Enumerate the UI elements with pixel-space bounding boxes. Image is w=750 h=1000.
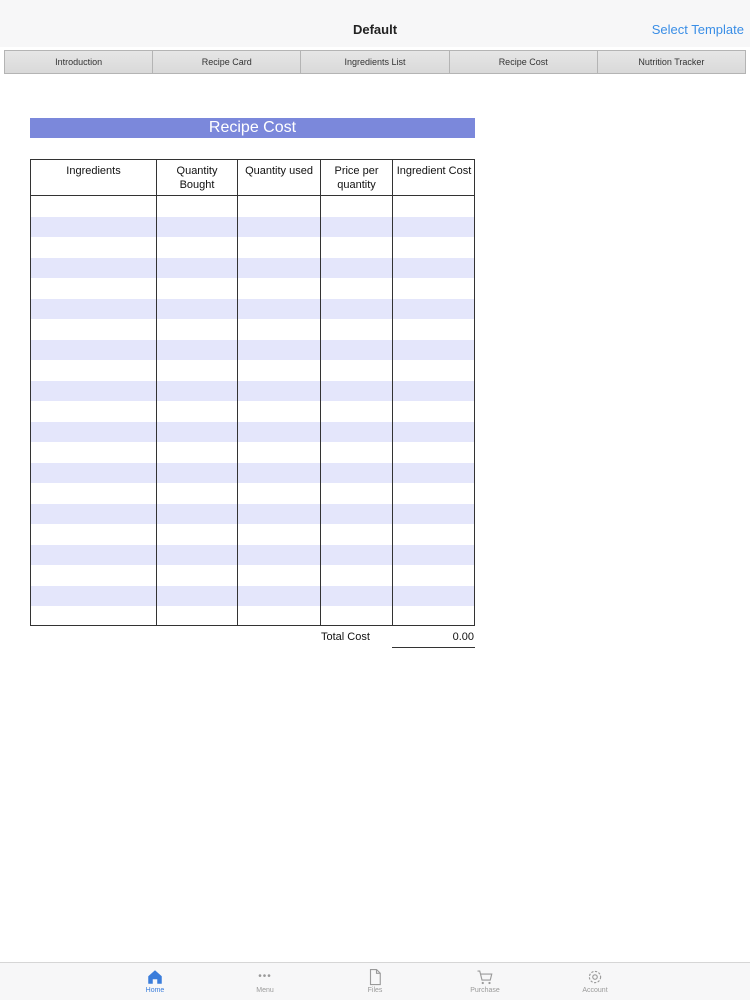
cart-icon	[477, 970, 493, 985]
select-template-button[interactable]: Select Template	[652, 22, 744, 37]
total-cost-label: Total Cost	[321, 631, 370, 643]
table-row[interactable]	[31, 237, 474, 258]
sheet-title: Recipe Cost	[30, 118, 475, 138]
bottom-tab-bar: Home ••• Menu Files Purchase Account	[0, 962, 750, 1000]
table-row[interactable]	[31, 257, 474, 278]
table-row[interactable]	[31, 483, 474, 504]
recipe-cost-table: Ingredients Quantity Bought Quantity use…	[30, 159, 475, 626]
tab-recipe-cost[interactable]: Recipe Cost	[448, 50, 597, 74]
more-icon: •••	[258, 971, 272, 982]
table-row[interactable]	[31, 524, 474, 545]
tab-recipe-card[interactable]: Recipe Card	[152, 50, 301, 74]
tab-home-label: Home	[145, 987, 165, 994]
table-row[interactable]	[31, 380, 474, 401]
column-divider	[320, 160, 321, 625]
tab-purchase[interactable]: Purchase	[430, 963, 540, 1000]
table-row[interactable]	[31, 401, 474, 422]
table-row[interactable]	[31, 216, 474, 237]
tab-files-label: Files	[367, 987, 383, 994]
column-divider	[156, 160, 157, 625]
tab-bar-spacer	[0, 963, 100, 1000]
header-quantity-used: Quantity used	[245, 165, 313, 177]
tab-menu-label: Menu	[256, 987, 274, 994]
tab-introduction[interactable]: Introduction	[4, 50, 153, 74]
header-ingredient-cost: Ingredient Cost	[396, 165, 472, 177]
table-row[interactable]	[31, 462, 474, 483]
tab-account[interactable]: Account	[540, 963, 650, 1000]
table-row[interactable]	[31, 360, 474, 381]
file-icon	[369, 968, 381, 986]
table-row[interactable]	[31, 565, 474, 586]
document-title: Default	[352, 22, 398, 37]
tab-purchase-label: Purchase	[470, 987, 500, 994]
column-divider	[237, 160, 238, 625]
table-row[interactable]	[31, 319, 474, 340]
table-row[interactable]	[31, 585, 474, 606]
table-row[interactable]	[31, 196, 474, 217]
total-cost-value[interactable]: 0.00	[392, 631, 474, 643]
table-row[interactable]	[31, 503, 474, 524]
table-rows	[31, 196, 474, 627]
table-row[interactable]	[31, 544, 474, 565]
tab-files[interactable]: Files	[320, 963, 430, 1000]
header-quantity-bought: Quantity Bought	[176, 165, 218, 191]
navigation-bar: Default Select Template	[0, 0, 750, 47]
tab-ingredients-list[interactable]: Ingredients List	[300, 50, 449, 74]
table-row[interactable]	[31, 339, 474, 360]
table-row[interactable]	[31, 442, 474, 463]
header-divider	[31, 195, 474, 196]
tab-menu[interactable]: ••• Menu	[210, 963, 320, 1000]
header-price-per-quantity: Price per quantity	[334, 165, 379, 191]
tab-account-label: Account	[582, 987, 608, 994]
tab-home[interactable]: Home	[100, 963, 210, 1000]
header-ingredients: Ingredients	[66, 165, 121, 177]
table-row[interactable]	[31, 606, 474, 627]
home-icon	[148, 970, 162, 984]
gear-icon	[588, 970, 602, 984]
total-cost-underline	[392, 647, 475, 648]
table-row[interactable]	[31, 298, 474, 319]
tab-nutrition-tracker[interactable]: Nutrition Tracker	[596, 50, 747, 74]
table-row[interactable]	[31, 421, 474, 442]
column-divider	[392, 160, 393, 625]
table-row[interactable]	[31, 278, 474, 299]
sheet-tab-strip: Introduction Recipe Card Ingredients Lis…	[4, 50, 747, 74]
